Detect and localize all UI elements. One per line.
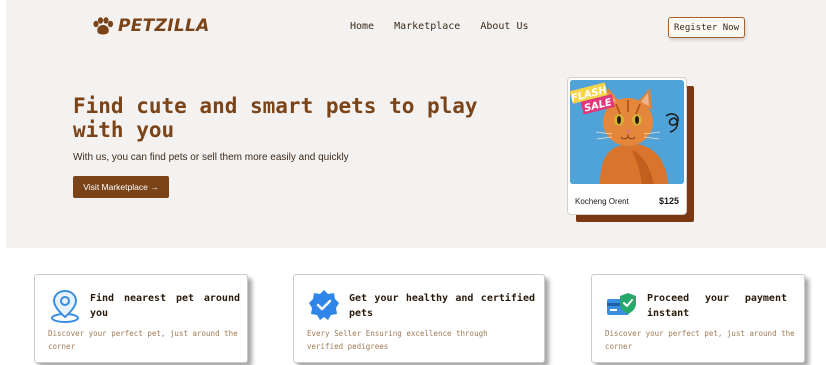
- brand-logo[interactable]: PETZILLA: [92, 16, 210, 36]
- feature-description: Every Seller Ensuring excellence through…: [307, 329, 488, 351]
- feature-title: Get your healthy and certified pets: [349, 293, 535, 319]
- pet-image: FLASH SALE: [570, 80, 684, 184]
- brand-name: PETZILLA: [118, 16, 210, 36]
- nav-about-us[interactable]: About Us: [480, 21, 528, 32]
- feature-title: Find nearest pet around you: [90, 293, 240, 319]
- verified-badge-icon: [309, 290, 339, 320]
- register-button[interactable]: Register Now: [668, 17, 745, 38]
- nav-home[interactable]: Home: [350, 21, 374, 32]
- pet-card[interactable]: FLASH SALE Kocheng Orent $125: [567, 77, 687, 215]
- location-pin-icon: [51, 289, 79, 323]
- feature-description: Discover your perfect pet, just around t…: [605, 329, 795, 351]
- nav-marketplace[interactable]: Marketplace: [394, 21, 460, 32]
- pet-price: $125: [658, 196, 679, 206]
- pet-name: Kocheng Orent: [575, 196, 629, 206]
- hero-subtitle: With us, you can find pets or sell them …: [73, 152, 349, 163]
- feature-title: Proceed your payment instant: [647, 293, 787, 319]
- visit-marketplace-button[interactable]: Visit Marketplace →: [73, 176, 169, 198]
- paw-icon: [93, 17, 114, 35]
- secure-payment-icon: [607, 293, 636, 315]
- feature-card-instant-payment: Proceed your payment instant Discover yo…: [591, 274, 805, 363]
- feature-description: Discover your perfect pet, just around t…: [48, 329, 238, 351]
- pet-card-footer: Kocheng Orent $125: [568, 186, 686, 214]
- feature-card-certified-pets: Get your healthy and certified pets Ever…: [293, 274, 545, 363]
- hero-title: Find cute and smart pets to play with yo…: [73, 94, 478, 142]
- main-nav: Home Marketplace About Us: [350, 21, 529, 32]
- feature-card-nearest-pet: Find nearest pet around you Discover you…: [34, 274, 248, 363]
